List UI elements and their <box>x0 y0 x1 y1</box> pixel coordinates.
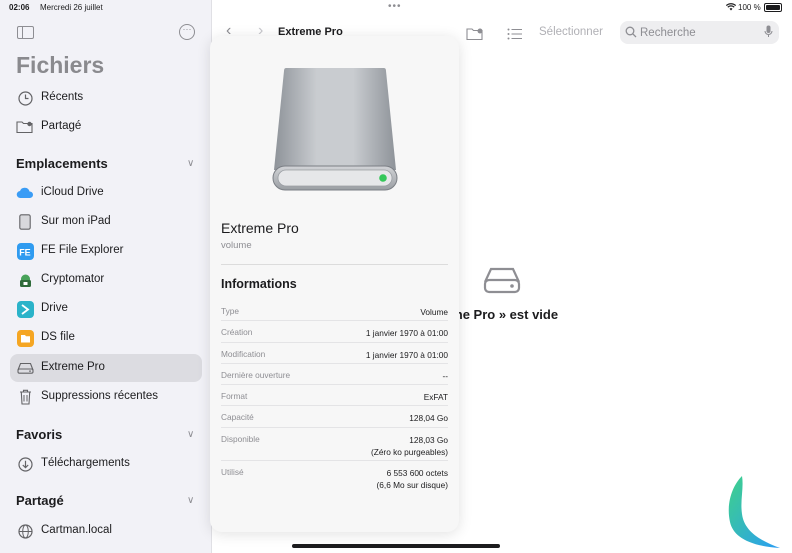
network-icon <box>16 522 34 540</box>
list-view-icon[interactable] <box>507 27 522 40</box>
empty-drive-icon <box>483 266 521 299</box>
info-key: Création <box>221 327 253 338</box>
icloud-icon <box>16 184 34 202</box>
info-row-type: Type Volume <box>221 300 448 322</box>
sidebar-item-icloud-drive[interactable]: iCloud Drive <box>10 179 202 207</box>
info-key: Disponible <box>221 433 260 444</box>
item-name: Extreme Pro <box>221 220 299 236</box>
sidebar-item-drive[interactable]: Drive <box>10 295 202 323</box>
sidebar-item-label: DS file <box>41 331 75 343</box>
item-kind: volume <box>221 240 252 251</box>
shared-folder-icon <box>16 118 34 136</box>
info-value: 128,04 Go <box>409 413 448 424</box>
sidebar-item-on-my-ipad[interactable]: Sur mon iPad <box>10 208 202 236</box>
fe-app-icon: FE <box>16 242 34 260</box>
sidebar-toggle-icon[interactable] <box>17 26 34 39</box>
sidebar-item-downloads[interactable]: Téléchargements <box>10 450 202 478</box>
info-value-main: 128,03 Go <box>409 434 448 445</box>
status-bar: 02:06 Mercredi 26 juillet ••• 100 % <box>0 0 792 16</box>
info-value: ExFAT <box>423 392 448 403</box>
info-row-creation: Création 1 janvier 1970 à 01:00 <box>221 321 448 343</box>
sidebar-item-label: Extreme Pro <box>41 361 105 373</box>
wifi-icon <box>725 3 737 13</box>
sidebar-item-extreme-pro[interactable]: Extreme Pro <box>10 354 202 382</box>
sidebar-item-shared[interactable]: Partagé <box>10 113 202 141</box>
clock-icon <box>16 89 34 107</box>
sidebar-item-label: iCloud Drive <box>41 186 104 198</box>
chevron-down-icon[interactable]: ∨ <box>187 495 194 506</box>
chevron-down-icon[interactable]: ∨ <box>187 158 194 169</box>
ds-file-icon <box>16 329 34 347</box>
ipad-icon <box>16 213 34 231</box>
search-field[interactable] <box>620 21 779 44</box>
search-icon <box>625 25 637 43</box>
microphone-icon[interactable] <box>764 25 773 43</box>
trash-icon <box>16 388 34 406</box>
info-value-detail: (Zéro ko purgeables) <box>370 446 448 457</box>
new-folder-icon[interactable] <box>466 27 483 41</box>
info-key: Modification <box>221 348 266 359</box>
sidebar: ··· Fichiers Récents Partagé Emplacement… <box>0 0 212 553</box>
info-rows: Type Volume Création 1 janvier 1970 à 01… <box>221 300 448 495</box>
section-locations-title[interactable]: Emplacements <box>16 156 108 171</box>
info-value: 1 janvier 1970 à 01:00 <box>365 349 448 360</box>
app-title: Fichiers <box>16 52 105 78</box>
svg-text:FE: FE <box>19 247 31 257</box>
info-value: 1 janvier 1970 à 01:00 <box>365 328 448 339</box>
sidebar-item-ds-file[interactable]: DS file <box>10 324 202 352</box>
sidebar-item-label: Partagé <box>41 120 82 132</box>
battery-percent: 100 % <box>738 3 761 12</box>
sidebar-item-label: Récents <box>41 91 84 103</box>
sidebar-item-label: Sur mon iPad <box>41 215 111 227</box>
info-row-used: Utilisé 6 553 600 octets (6,6 Mo sur dis… <box>221 461 448 495</box>
chevron-down-icon[interactable]: ∨ <box>187 429 194 440</box>
sidebar-item-label: FE File Explorer <box>41 244 124 256</box>
info-row-modification: Modification 1 janvier 1970 à 01:00 <box>221 343 448 364</box>
info-key: Type <box>221 306 239 316</box>
info-value: 6 553 600 octets (6,6 Mo sur disque) <box>377 467 448 491</box>
home-indicator[interactable] <box>292 544 500 548</box>
info-value-main: 6 553 600 octets <box>386 467 448 478</box>
info-row-format: Format ExFAT <box>221 385 448 407</box>
info-row-available: Disponible 128,03 Go (Zéro ko purgeables… <box>221 428 448 461</box>
sidebar-item-recently-deleted[interactable]: Suppressions récentes <box>10 383 202 411</box>
more-options-icon[interactable]: ··· <box>179 24 195 40</box>
sidebar-item-cartman-local[interactable]: Cartman.local <box>10 517 202 545</box>
info-key: Utilisé <box>221 466 244 477</box>
sidebar-item-cryptomator[interactable]: Cryptomator <box>10 266 202 294</box>
sidebar-item-fe-file-explorer[interactable]: FE FE File Explorer <box>10 237 202 265</box>
info-section-title: Informations <box>221 277 297 291</box>
divider <box>221 264 448 265</box>
sidebar-item-label: Suppressions récentes <box>41 390 158 402</box>
info-key: Dernière ouverture <box>221 369 291 380</box>
sidebar-item-label: Drive <box>41 302 68 314</box>
info-popover: Extreme Pro volume Informations Type Vol… <box>210 36 459 532</box>
info-value: Volume <box>420 307 448 317</box>
external-drive-icon <box>16 359 34 377</box>
sidebar-item-label: Téléchargements <box>41 457 130 469</box>
download-icon <box>16 455 34 473</box>
info-value: -- <box>442 370 448 381</box>
external-drive-image <box>272 66 398 199</box>
status-time: 02:06 <box>9 3 30 12</box>
multitasking-dots[interactable]: ••• <box>388 1 402 12</box>
section-shared-title[interactable]: Partagé <box>16 493 64 508</box>
search-input[interactable] <box>640 24 758 41</box>
section-favorites-title[interactable]: Favoris <box>16 427 62 442</box>
select-button[interactable]: Sélectionner <box>539 26 603 38</box>
cryptomator-icon <box>16 271 34 289</box>
sidebar-item-recents[interactable]: Récents <box>10 84 202 112</box>
info-key: Capacité <box>221 412 254 423</box>
info-value-detail: (6,6 Mo sur disque) <box>376 479 448 490</box>
battery-icon <box>764 3 782 12</box>
info-row-capacity: Capacité 128,04 Go <box>221 406 448 428</box>
status-date: Mercredi 26 juillet <box>40 3 103 12</box>
info-value: 128,03 Go (Zéro ko purgeables) <box>371 434 448 458</box>
sidebar-item-label: Cartman.local <box>41 524 112 536</box>
sidebar-item-label: Cryptomator <box>41 273 105 285</box>
info-row-last-opened: Dernière ouverture -- <box>221 364 448 386</box>
drive-app-icon <box>16 300 34 318</box>
watermark-logo <box>724 474 784 553</box>
info-key: Format <box>221 391 248 402</box>
